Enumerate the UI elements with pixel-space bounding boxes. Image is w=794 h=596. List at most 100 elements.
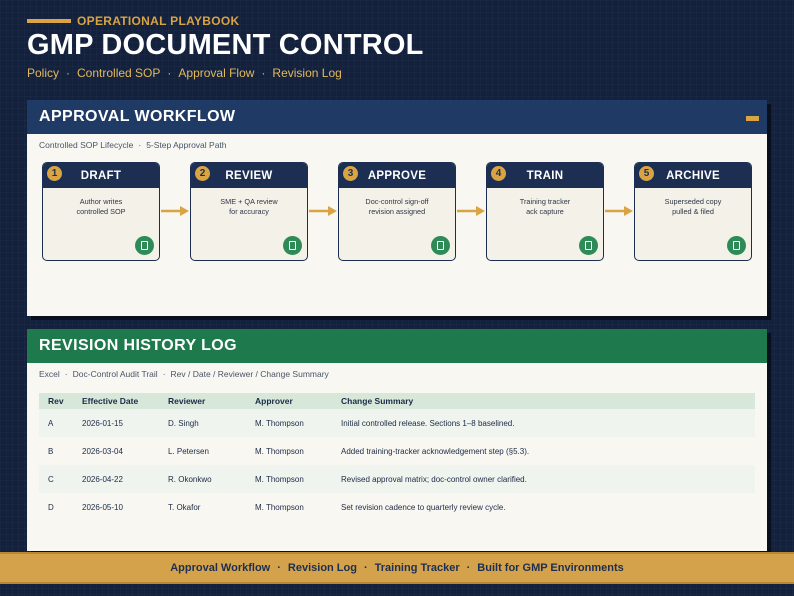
revision-table: Rev Effective Date Reviewer Approver Cha… [39,393,755,521]
column-header-approver: Approver [255,396,293,406]
document-icon [135,236,154,255]
subtitle-separator: · [162,369,166,379]
revision-history-panel: REVISION HISTORY LOG Excel · Doc-Control A… [27,329,767,551]
step-description-line: for accuracy [229,207,269,216]
step-header: 2 REVIEW [191,163,307,188]
minimize-icon[interactable] [746,116,759,121]
step-description-line: Superseded copy [664,197,722,206]
arrow-right-icon [309,206,337,216]
revision-subtitle-part: Excel [39,369,60,379]
nav-link-revision-log[interactable]: Revision Log [272,66,341,80]
revision-subtitle: Excel · Doc-Control Audit Trail · Rev / Date… [27,363,767,379]
step-description-line: Training tracker [519,197,571,206]
step-number-badge: 2 [195,166,210,181]
table-row: A 2026-01-15 D. Singh M. Thompson Initia… [39,409,755,437]
document-icon [283,236,302,255]
workflow-panel-header: APPROVAL WORKFLOW [27,100,767,134]
nav-link-policy[interactable]: Policy [27,66,59,80]
cell-change-summary: Initial controlled release. Sections 1–8… [341,418,515,428]
document-icon [431,236,450,255]
step-description: Doc-control sign-off revision assigned [339,188,455,217]
step-description-line: SME + QA review [220,197,278,206]
approval-workflow-panel: APPROVAL WORKFLOW Controlled SOP Lifecyc… [27,100,767,316]
workflow-step-train[interactable]: 4 TRAIN Training tracker ack capture [486,162,604,261]
eyebrow-row: OPERATIONAL PLAYBOOK [27,12,767,30]
step-number-badge: 4 [491,166,506,181]
step-header: 5 ARCHIVE [635,163,751,188]
step-description: Training tracker ack capture [487,188,603,217]
cell-reviewer: T. Okafor [168,502,201,512]
column-header-effective-date: Effective Date [82,396,139,406]
step-name: TRAIN [526,169,564,182]
footer-item: Training Tracker [374,562,460,574]
column-header-change-summary: Change Summary [341,396,414,406]
workflow-step-archive[interactable]: 5 ARCHIVE Superseded copy pulled & filed [634,162,752,261]
subtitle-separator: · [64,369,68,379]
footer-item: Approval Workflow [170,562,271,574]
table-row: C 2026-04-22 R. Okonkwo M. Thompson Revi… [39,465,755,493]
cell-change-summary: Revised approval matrix; doc-control own… [341,474,527,484]
step-name: REVIEW [225,169,273,182]
workflow-step-review[interactable]: 2 REVIEW SME + QA review for accuracy [190,162,308,261]
footer-separator: · [277,562,281,574]
cell-approver: M. Thompson [255,446,304,456]
workflow-steps: 1 DRAFT Author writes controlled SOP 2 R… [42,162,752,262]
document-icon [579,236,598,255]
footer-item: Built for GMP Environments [477,562,624,574]
cell-effective-date: 2026-01-15 [82,418,123,428]
table-header-row: Rev Effective Date Reviewer Approver Cha… [39,393,755,409]
workflow-panel-title: APPROVAL WORKFLOW [39,108,236,125]
revision-panel-title: REVISION HISTORY LOG [39,337,237,354]
eyebrow-accent-bar [27,19,71,23]
step-number-badge: 3 [343,166,358,181]
cell-effective-date: 2026-05-10 [82,502,123,512]
workflow-subtitle-part: 5-Step Approval Path [146,140,227,150]
workflow-subtitle-part: Controlled SOP Lifecycle [39,140,134,150]
footer-item: Revision Log [287,562,357,574]
step-name: DRAFT [80,169,122,182]
nav-link-controlled-sop[interactable]: Controlled SOP [77,66,160,80]
step-description-line: controlled SOP [76,207,126,216]
nav-separator: · [66,66,71,80]
subtitle-separator: · [138,140,142,150]
workflow-step-draft[interactable]: 1 DRAFT Author writes controlled SOP [42,162,160,261]
page-header: OPERATIONAL PLAYBOOK GMP DOCUMENT CONTRO… [27,12,767,84]
step-name: ARCHIVE [666,169,720,182]
step-name: APPROVE [367,169,427,182]
header-nav: Policy · Controlled SOP · Approval Flow … [27,66,767,80]
cell-rev: B [48,446,54,456]
step-description-line: ack capture [526,207,564,216]
step-description: Author writes controlled SOP [43,188,159,217]
nav-separator: · [261,66,266,80]
cell-rev: C [48,474,54,484]
workflow-step-approve[interactable]: 3 APPROVE Doc-control sign-off revision … [338,162,456,261]
document-icon [727,236,746,255]
eyebrow-label: OPERATIONAL PLAYBOOK [77,14,240,28]
step-description: Superseded copy pulled & filed [635,188,751,217]
footer-separator: · [466,562,471,574]
arrow-right-icon [161,206,189,216]
table-row: B 2026-03-04 L. Petersen M. Thompson Add… [39,437,755,465]
footer-banner: Approval Workflow · Revision Log · Train… [0,552,794,584]
cell-change-summary: Added training-tracker acknowledgement s… [341,446,530,456]
arrow-right-icon [605,206,633,216]
cell-approver: M. Thompson [255,418,304,428]
revision-subtitle-part: Rev / Date / Reviewer / Change Summary [170,369,329,379]
cell-reviewer: R. Okonkwo [168,474,212,484]
cell-rev: D [48,502,54,512]
revision-panel-header: REVISION HISTORY LOG [27,329,767,363]
step-description-line: revision assigned [368,207,426,216]
step-header: 1 DRAFT [43,163,159,188]
step-number-badge: 1 [47,166,62,181]
step-header: 4 TRAIN [487,163,603,188]
footer-separator: · [363,562,368,574]
step-description-line: Author writes [79,197,123,206]
step-description: SME + QA review for accuracy [191,188,307,217]
nav-link-approval-flow[interactable]: Approval Flow [178,66,254,80]
workflow-subtitle: Controlled SOP Lifecycle · 5-Step Approval… [27,134,767,150]
step-description-line: Doc-control sign-off [365,197,429,206]
nav-separator: · [167,66,172,80]
cell-effective-date: 2026-03-04 [82,446,123,456]
step-description-line: pulled & filed [672,207,714,216]
cell-approver: M. Thompson [255,502,304,512]
